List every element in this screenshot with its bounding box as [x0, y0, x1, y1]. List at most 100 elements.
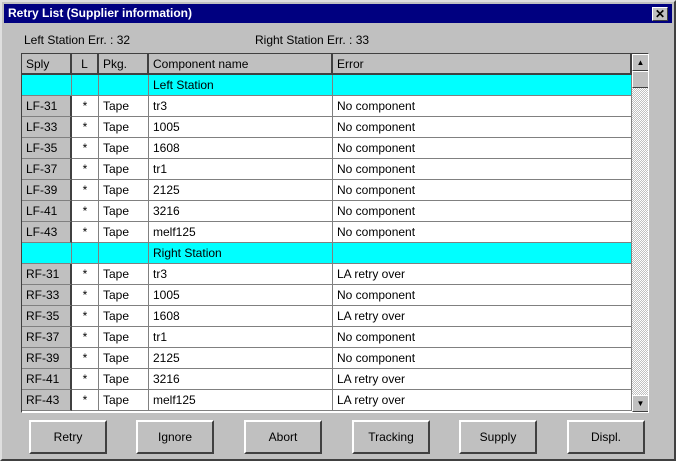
pkg-cell: Tape	[99, 306, 149, 327]
error-cell: No component	[333, 138, 632, 159]
sply-cell: RF-33	[22, 285, 72, 306]
table-row[interactable]: RF-35 * Tape 1608 LA retry over	[22, 306, 632, 327]
retry-button[interactable]: Retry	[29, 420, 107, 454]
pkg-cell: Tape	[99, 180, 149, 201]
component-cell: 3216	[149, 201, 333, 222]
l-cell: *	[72, 201, 99, 222]
l-cell: *	[72, 348, 99, 369]
error-cell: LA retry over	[333, 306, 632, 327]
pkg-cell: Tape	[99, 369, 149, 390]
sply-cell: LF-37	[22, 159, 72, 180]
column-header-component[interactable]: Component name	[149, 54, 333, 75]
component-cell: tr1	[149, 159, 333, 180]
table-row[interactable]: LF-41 * Tape 3216 No component	[22, 201, 632, 222]
pkg-cell: Tape	[99, 264, 149, 285]
pkg-cell: Tape	[99, 96, 149, 117]
component-cell: Left Station	[149, 75, 333, 96]
table-row[interactable]: RF-31 * Tape tr3 LA retry over	[22, 264, 632, 285]
component-cell: tr3	[149, 96, 333, 117]
error-cell: No component	[333, 117, 632, 138]
scroll-thumb[interactable]	[632, 71, 648, 88]
title-bar: Retry List (Supplier information) ✕	[4, 4, 672, 23]
component-cell: 2125	[149, 348, 333, 369]
component-cell: 1005	[149, 117, 333, 138]
error-cell: No component	[333, 285, 632, 306]
error-cell	[333, 243, 632, 264]
error-cell: LA retry over	[333, 390, 632, 411]
sply-cell: RF-41	[22, 369, 72, 390]
column-header-l[interactable]: L	[72, 54, 99, 75]
error-cell: No component	[333, 222, 632, 243]
sply-cell: LF-41	[22, 201, 72, 222]
table-row[interactable]: LF-43 * Tape melf125 No component	[22, 222, 632, 243]
abort-button[interactable]: Abort	[244, 420, 322, 454]
component-cell: melf125	[149, 390, 333, 411]
error-cell: No component	[333, 159, 632, 180]
table-row[interactable]: RF-33 * Tape 1005 No component	[22, 285, 632, 306]
vertical-scrollbar[interactable]: ▲ ▼	[632, 54, 648, 412]
sply-cell	[22, 243, 72, 264]
table-row[interactable]: RF-41 * Tape 3216 LA retry over	[22, 369, 632, 390]
error-cell: LA retry over	[333, 264, 632, 285]
error-cell	[333, 75, 632, 96]
scroll-down-arrow-icon[interactable]: ▼	[632, 395, 648, 412]
pkg-cell: Tape	[99, 390, 149, 411]
table-row[interactable]: RF-39 * Tape 2125 No component	[22, 348, 632, 369]
display-button[interactable]: Displ.	[567, 420, 645, 454]
pkg-cell: Tape	[99, 159, 149, 180]
scroll-up-arrow-icon[interactable]: ▲	[632, 54, 648, 71]
table-row[interactable]: LF-39 * Tape 2125 No component	[22, 180, 632, 201]
table-row[interactable]: LF-33 * Tape 1005 No component	[22, 117, 632, 138]
column-header-pkg[interactable]: Pkg.	[99, 54, 149, 75]
sply-cell: RF-43	[22, 390, 72, 411]
error-cell: No component	[333, 180, 632, 201]
close-icon[interactable]: ✕	[652, 7, 668, 21]
component-cell: 2125	[149, 180, 333, 201]
pkg-cell	[99, 75, 149, 96]
l-cell: *	[72, 306, 99, 327]
table-row[interactable]: LF-35 * Tape 1608 No component	[22, 138, 632, 159]
pkg-cell: Tape	[99, 201, 149, 222]
pkg-cell: Tape	[99, 138, 149, 159]
supplier-grid[interactable]: Sply L Pkg. Component name Error Left St…	[21, 53, 649, 413]
table-row[interactable]: LF-37 * Tape tr1 No component	[22, 159, 632, 180]
table-row[interactable]: LF-31 * Tape tr3 No component	[22, 96, 632, 117]
right-station-errors: Right Station Err. : 33	[255, 33, 370, 47]
l-cell: *	[72, 390, 99, 411]
component-cell: 1005	[149, 285, 333, 306]
component-cell: melf125	[149, 222, 333, 243]
l-cell	[72, 243, 99, 264]
pkg-cell: Tape	[99, 348, 149, 369]
component-cell: 3216	[149, 369, 333, 390]
ignore-button[interactable]: Ignore	[136, 420, 214, 454]
component-cell: tr1	[149, 327, 333, 348]
sply-cell: RF-35	[22, 306, 72, 327]
l-cell: *	[72, 96, 99, 117]
pkg-cell: Tape	[99, 222, 149, 243]
l-cell: *	[72, 369, 99, 390]
l-cell: *	[72, 222, 99, 243]
supply-button[interactable]: Supply	[459, 420, 537, 454]
pkg-cell	[99, 243, 149, 264]
sply-cell: LF-33	[22, 117, 72, 138]
component-cell: 1608	[149, 306, 333, 327]
station-row[interactable]: Right Station	[22, 243, 632, 264]
station-row[interactable]: Left Station	[22, 75, 632, 96]
l-cell: *	[72, 138, 99, 159]
sply-cell: RF-31	[22, 264, 72, 285]
table-row[interactable]: RF-43 * Tape melf125 LA retry over	[22, 390, 632, 411]
l-cell	[72, 75, 99, 96]
pkg-cell: Tape	[99, 117, 149, 138]
tracking-button[interactable]: Tracking	[352, 420, 430, 454]
l-cell: *	[72, 285, 99, 306]
column-header-sply[interactable]: Sply	[22, 54, 72, 75]
table-row[interactable]: RF-37 * Tape tr1 No component	[22, 327, 632, 348]
l-cell: *	[72, 264, 99, 285]
column-header-error[interactable]: Error	[333, 54, 632, 75]
error-cell: No component	[333, 327, 632, 348]
sply-cell: RF-37	[22, 327, 72, 348]
component-cell: Right Station	[149, 243, 333, 264]
sply-cell: LF-35	[22, 138, 72, 159]
left-station-errors: Left Station Err. : 32	[24, 33, 131, 47]
error-cell: No component	[333, 201, 632, 222]
